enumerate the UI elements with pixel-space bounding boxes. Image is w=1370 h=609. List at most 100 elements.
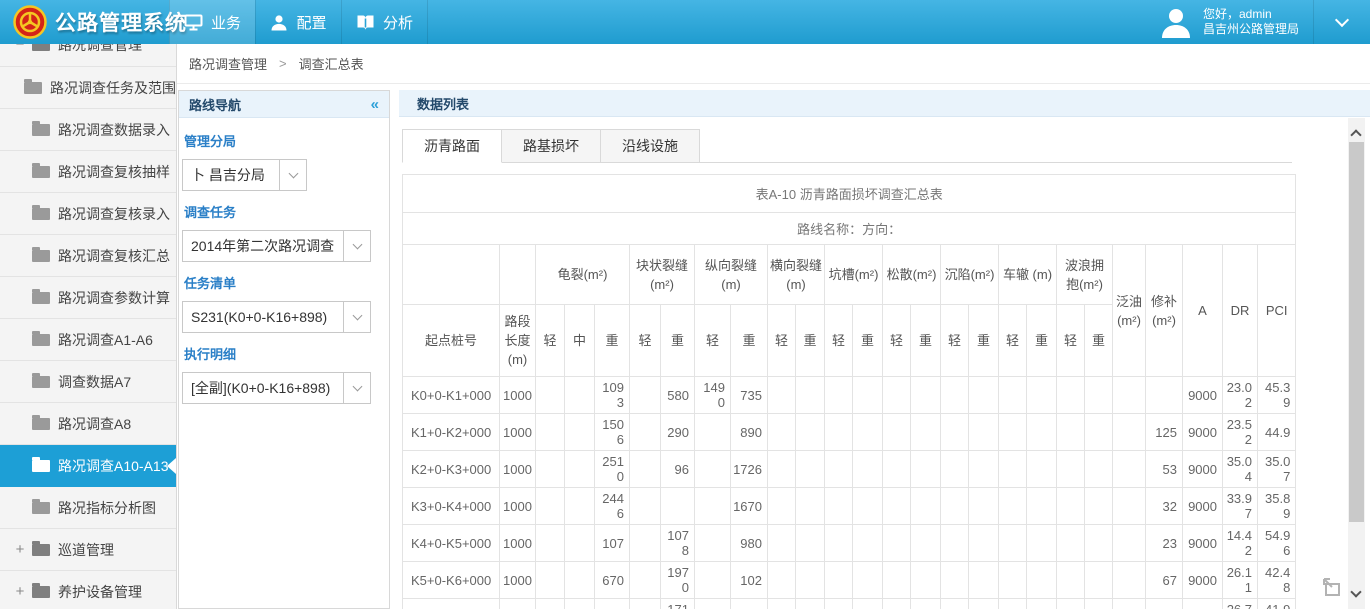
table-cell (565, 377, 595, 414)
dropdown-select[interactable]: 卜 昌吉分局 (182, 159, 381, 191)
data-tab[interactable]: 沿线设施 (600, 129, 700, 162)
table-cell (768, 562, 796, 599)
steering-wheel-logo-icon (13, 5, 47, 39)
table-cell (536, 488, 565, 525)
dropdown-select[interactable]: S231(K0+0-K16+898) (182, 301, 381, 333)
table-cell (969, 488, 999, 525)
column-header: DR (1223, 245, 1258, 377)
navbar-tab[interactable]: 分析 (341, 0, 427, 44)
table-cell (630, 599, 661, 609)
user-text: 您好，admin 昌吉州公路管理局 (1203, 7, 1299, 37)
sidebar-item[interactable]: +养护设备管理 (0, 571, 176, 609)
table-cell (630, 377, 661, 414)
table-cell (941, 562, 969, 599)
column-subheader: 轻 (695, 305, 731, 377)
table-cell (969, 414, 999, 451)
column-header: 起点桩号 (403, 305, 500, 377)
table-cell: 1000 (500, 525, 536, 562)
table-cell (536, 525, 565, 562)
scrollbar-thumb[interactable] (1349, 142, 1364, 522)
column-header: A (1183, 245, 1223, 377)
dropdown-select[interactable]: 2014年第二次路况调查 (182, 230, 381, 262)
table-cell (768, 377, 796, 414)
table-cell (999, 451, 1027, 488)
sidebar-item[interactable]: 路况指标分析图 (0, 487, 176, 529)
sidebar-item[interactable]: +巡道管理 (0, 529, 176, 571)
dropdown-button[interactable] (343, 372, 371, 404)
table-cell (969, 451, 999, 488)
column-group-header: 车辙 (m) (999, 245, 1057, 305)
navbar-tab[interactable]: 业务 (169, 0, 255, 44)
breadcrumb: 路况调查管理 > 调查汇总表 (177, 44, 1370, 84)
folder-icon (32, 544, 50, 556)
column-header: PCI (1258, 245, 1296, 377)
data-tab[interactable]: 沥青路面 (402, 129, 502, 163)
column-subheader: 中 (565, 305, 595, 377)
table-cell (999, 488, 1027, 525)
dropdown-button[interactable] (343, 230, 371, 262)
popout-icon[interactable] (1320, 575, 1344, 599)
expand-icon[interactable]: + (13, 543, 27, 557)
expand-icon[interactable]: + (13, 585, 27, 599)
scroll-down-icon[interactable] (1352, 583, 1360, 601)
chevron-down-icon (352, 381, 362, 391)
column-group-header: 沉陷(m²) (941, 245, 999, 305)
table-cell: 1000 (500, 414, 536, 451)
top-navbar: 公路管理系统 业务配置分析 您好，admin 昌吉州公路管理局 (0, 0, 1370, 44)
dropdown-button[interactable] (343, 301, 371, 333)
data-tab[interactable]: 路基损坏 (501, 129, 601, 162)
table-cell (768, 488, 796, 525)
table-cell: 9000 (1183, 414, 1223, 451)
sidebar-menu: −路况调查管理路况调查任务及范围路况调查数据录入路况调查复核抽样路况调查复核录入… (0, 44, 177, 609)
user-info[interactable]: 您好，admin 昌吉州公路管理局 (1159, 0, 1313, 44)
sidebar-item[interactable]: 路况调查复核录入 (0, 193, 176, 235)
vertical-scrollbar[interactable] (1348, 118, 1365, 609)
sidebar-item[interactable]: 路况调查复核汇总 (0, 235, 176, 277)
sidebar-item[interactable]: 路况调查数据录入 (0, 109, 176, 151)
table-cell (796, 451, 825, 488)
table-cell (768, 451, 796, 488)
collapse-icon[interactable]: − (13, 44, 27, 52)
dropdown-value: [全副](K0+0-K16+898) (182, 372, 344, 404)
breadcrumb-item[interactable]: 路况调查管理 (189, 54, 267, 73)
table-cell (825, 562, 853, 599)
sidebar-item[interactable]: 路况调查参数计算 (0, 277, 176, 319)
user-menu-toggle[interactable] (1313, 0, 1370, 44)
sidebar-item[interactable]: 路况调查任务及范围 (0, 67, 176, 109)
table-cell (941, 599, 969, 609)
folder-icon (32, 208, 50, 220)
table-cell: 45.39 (1258, 377, 1296, 414)
sidebar-item[interactable]: 路况调查A8 (0, 403, 176, 445)
book-icon (356, 14, 375, 30)
table-cell (1057, 377, 1085, 414)
column-header: 泛油(m²) (1113, 245, 1146, 377)
table-row: K1+0-K2+00010001506290890125900023.5244.… (403, 414, 1296, 451)
table-cell: 735 (731, 377, 768, 414)
table-row: K6+0-K7+00010008301710205452900026.7141.… (403, 599, 1296, 609)
collapse-panel-icon[interactable]: « (371, 96, 379, 113)
table-title-row: 表A-10 沥青路面损坏调查汇总表 (403, 175, 1296, 213)
sidebar-item-label: 路况调查复核汇总 (58, 246, 170, 266)
table-cell (941, 488, 969, 525)
sidebar-item-label: 路况调查A10-A13 (58, 456, 168, 476)
table-cell (1113, 414, 1146, 451)
table-cell: 9000 (1183, 525, 1223, 562)
table-subtitle-row: 路线名称：方向： (403, 213, 1296, 245)
sidebar-item[interactable]: −路况调查管理 (0, 44, 176, 67)
table-cell: 26.71 (1223, 599, 1258, 609)
sidebar-item[interactable]: 调查数据A7 (0, 361, 176, 403)
sidebar-item-label: 路况调查参数计算 (58, 288, 170, 308)
column-subheader: 重 (969, 305, 999, 377)
sidebar-item-label: 路况调查复核抽样 (58, 162, 170, 182)
dropdown-button[interactable] (279, 159, 307, 191)
sidebar-item[interactable]: 路况调查A10-A13 (0, 445, 176, 487)
table-cell (565, 451, 595, 488)
table-cell (1085, 599, 1113, 609)
table-cell (695, 488, 731, 525)
navbar-tab[interactable]: 配置 (255, 0, 341, 44)
table-cell (941, 451, 969, 488)
table-cell (1057, 414, 1085, 451)
dropdown-select[interactable]: [全副](K0+0-K16+898) (182, 372, 381, 404)
sidebar-item[interactable]: 路况调查复核抽样 (0, 151, 176, 193)
sidebar-item[interactable]: 路况调查A1-A6 (0, 319, 176, 361)
